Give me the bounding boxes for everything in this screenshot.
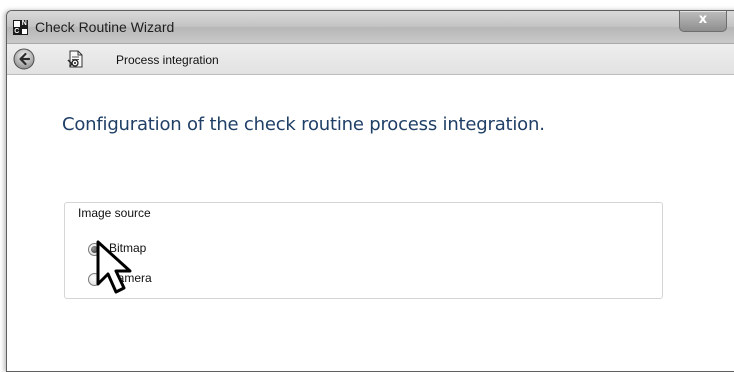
document-settings-icon bbox=[67, 50, 83, 68]
close-button[interactable]: x bbox=[679, 11, 727, 32]
image-source-groupbox bbox=[64, 202, 663, 299]
close-icon: x bbox=[698, 12, 708, 27]
app-icon: NC bbox=[13, 20, 28, 35]
page-heading: Configuration of the check routine proce… bbox=[62, 114, 545, 135]
mouse-pointer-icon bbox=[96, 240, 132, 294]
image-source-label: Image source bbox=[76, 206, 153, 220]
navigation-bar: Process integration bbox=[7, 44, 734, 75]
title-bar[interactable]: NC Check Routine Wizard x bbox=[7, 11, 734, 44]
step-title: Process integration bbox=[116, 53, 219, 67]
window-title: Check Routine Wizard bbox=[35, 19, 175, 35]
wizard-window: NC Check Routine Wizard x Process integr… bbox=[6, 10, 734, 372]
back-arrow-icon[interactable] bbox=[13, 48, 35, 70]
